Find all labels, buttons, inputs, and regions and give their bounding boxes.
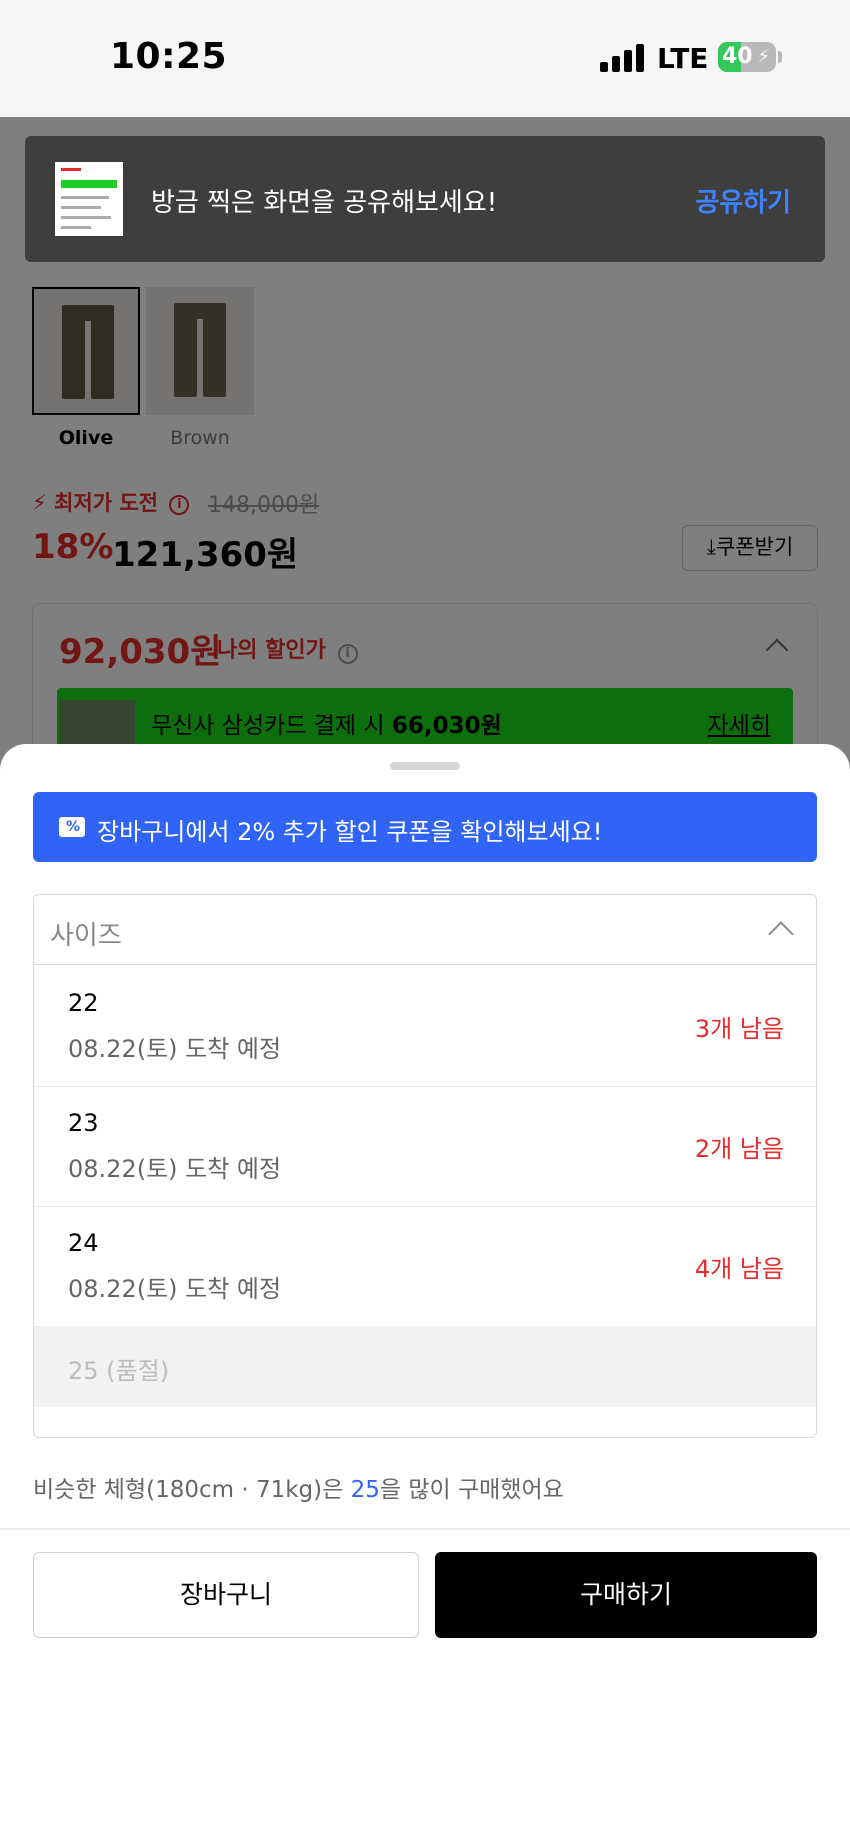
size-option-arrival: 08.22(토) 도착 예정: [68, 1155, 282, 1183]
screenshot-share-toast: 방금 찍은 화면을 공유해보세요! 공유하기: [25, 136, 825, 262]
size-option-size: 22: [68, 989, 99, 1017]
sheet-drag-handle[interactable]: [390, 762, 460, 770]
size-option-size: 23: [68, 1109, 99, 1137]
size-option-soldout: 25 (품절): [34, 1327, 816, 1407]
signal-icon: [600, 44, 644, 72]
size-placeholder: 사이즈: [50, 921, 122, 951]
similar-suffix: 을 많이 구매했어요: [379, 1477, 564, 1503]
battery-icon: 40 ⚡: [718, 42, 776, 72]
recommended-size: 25: [350, 1477, 380, 1503]
option-bottom-sheet: % 장바구니에서 2% 추가 할인 쿠폰을 확인해보세요! 사이즈 22 08.…: [0, 744, 850, 1842]
size-option-stock: 3개 남음: [694, 1015, 784, 1043]
cart-coupon-banner[interactable]: % 장바구니에서 2% 추가 할인 쿠폰을 확인해보세요!: [33, 792, 817, 862]
size-option-arrival: 08.22(토) 도착 예정: [68, 1035, 282, 1063]
status-bar: 10:25 LTE 40 ⚡: [0, 0, 850, 117]
coupon-icon: %: [59, 817, 85, 837]
size-option[interactable]: 24 08.22(토) 도착 예정 4개 남음: [34, 1207, 816, 1327]
similar-body-recommendation: 비슷한 체형(180cm · 71kg)은 25을 많이 구매했어요: [33, 1470, 564, 1504]
battery-tip: [778, 51, 782, 63]
share-button[interactable]: 공유하기: [695, 182, 791, 219]
divider: [0, 1528, 850, 1530]
battery-percent: 40: [722, 44, 753, 69]
size-option-stock: 4개 남음: [694, 1255, 784, 1283]
charging-bolt-icon: ⚡: [757, 46, 770, 67]
screenshot-thumbnail: [55, 162, 123, 236]
cart-coupon-text: 장바구니에서 2% 추가 할인 쿠폰을 확인해보세요!: [97, 818, 603, 846]
size-option-stock: 2개 남음: [694, 1135, 784, 1163]
size-option[interactable]: 23 08.22(토) 도착 예정 2개 남음: [34, 1087, 816, 1207]
status-time: 10:25: [110, 36, 228, 77]
add-to-cart-button[interactable]: 장바구니: [33, 1552, 419, 1638]
buy-now-button[interactable]: 구매하기: [435, 1552, 817, 1638]
size-dropdown-header[interactable]: 사이즈: [34, 895, 816, 965]
size-option[interactable]: 22 08.22(토) 도착 예정 3개 남음: [34, 967, 816, 1087]
size-option-size: 24: [68, 1229, 99, 1257]
network-label: LTE: [657, 42, 709, 75]
size-option-soldout-label: 25 (품절): [68, 1357, 170, 1385]
chevron-up-icon: [768, 921, 794, 947]
toast-message: 방금 찍은 화면을 공유해보세요!: [151, 188, 498, 218]
similar-prefix: 비슷한 체형(180cm · 71kg)은: [33, 1477, 351, 1503]
size-dropdown: 사이즈 22 08.22(토) 도착 예정 3개 남음 23 08.22(토) …: [33, 894, 817, 1438]
size-option-arrival: 08.22(토) 도착 예정: [68, 1275, 282, 1303]
